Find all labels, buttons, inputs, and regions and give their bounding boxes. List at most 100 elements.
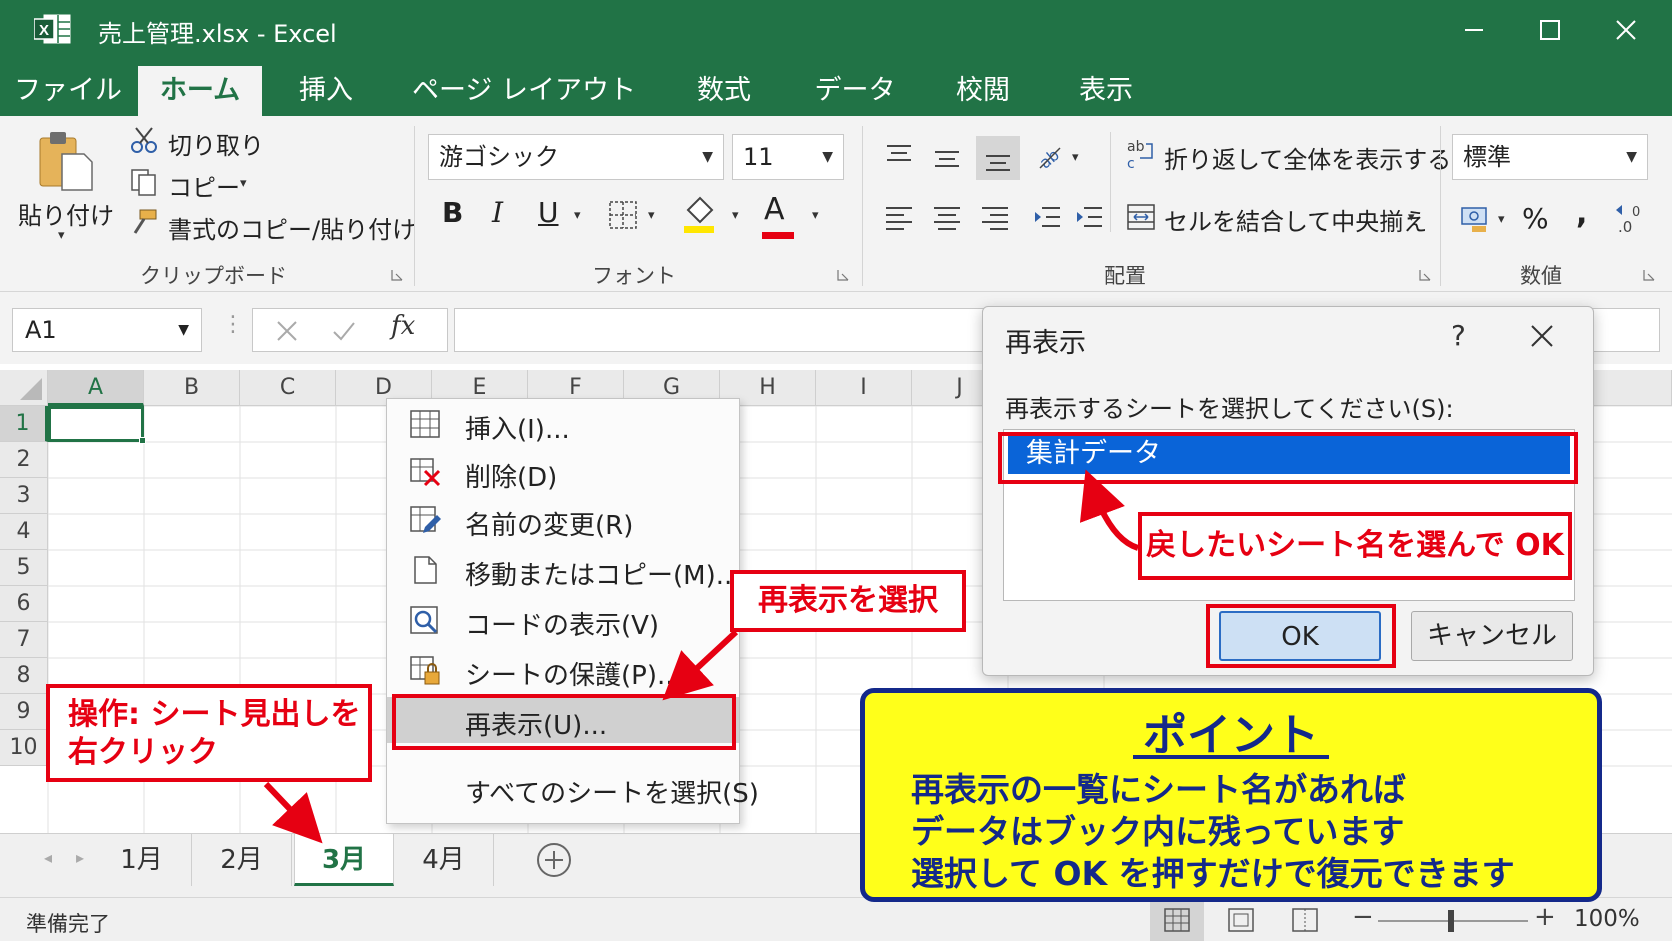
confirm-entry-icon[interactable] <box>331 319 357 343</box>
scroll-right-icon[interactable]: ▸ <box>76 848 84 867</box>
help-button[interactable]: ? <box>1451 319 1466 352</box>
number-launcher-icon[interactable] <box>1642 268 1656 282</box>
insert-function-button[interactable]: fx <box>391 311 415 341</box>
column-header-a[interactable]: A <box>48 370 144 406</box>
tab-home[interactable]: ホーム <box>138 66 262 116</box>
paste-dropdown-icon[interactable]: ▾ <box>58 228 65 243</box>
name-box[interactable]: A1 ▼ <box>12 308 202 352</box>
format-painter-button[interactable]: 書式のコピー/貼り付け <box>168 210 416 245</box>
font-color-button[interactable]: A <box>764 192 785 227</box>
align-bottom-button[interactable] <box>976 136 1020 180</box>
copy-dropdown-icon[interactable]: ▾ <box>240 176 247 191</box>
borders-dropdown-icon[interactable]: ▾ <box>648 208 655 223</box>
row-header-7[interactable]: 7 <box>0 622 48 658</box>
tab-view[interactable]: 表示 <box>1058 66 1154 116</box>
row-header-5[interactable]: 5 <box>0 550 48 586</box>
alignment-launcher-icon[interactable] <box>1418 268 1432 282</box>
menu-item-protect-sheet[interactable]: シートの保護(P)... <box>387 647 739 693</box>
menu-item-insert[interactable]: 挿入(I)... <box>387 401 739 447</box>
new-sheet-plus-icon[interactable] <box>536 842 572 878</box>
merge-center-button[interactable]: セルを結合して中央揃え <box>1164 202 1427 237</box>
percent-style-button[interactable]: % <box>1522 202 1549 235</box>
underline-dropdown-icon[interactable]: ▾ <box>574 208 581 223</box>
row-header-9[interactable]: 9 <box>0 694 48 730</box>
orientation-dropdown-icon[interactable]: ▾ <box>1072 150 1079 165</box>
number-format-select[interactable]: 標準 ▼ <box>1452 134 1648 180</box>
align-middle-icon[interactable] <box>932 146 962 172</box>
close-window-button[interactable] <box>1596 10 1656 50</box>
increase-decimal-icon[interactable]: .00 <box>1614 202 1648 234</box>
fill-color-dropdown-icon[interactable]: ▾ <box>732 208 739 223</box>
font-name-select[interactable]: 游ゴシック ▼ <box>428 134 724 180</box>
bold-button[interactable]: B <box>442 196 463 229</box>
zoom-level[interactable]: 100% <box>1574 906 1640 932</box>
align-top-icon[interactable] <box>884 142 914 168</box>
font-size-select[interactable]: 11 ▼ <box>732 134 844 180</box>
active-cell-a1[interactable] <box>48 406 144 442</box>
menu-item-select-all-sheets[interactable]: すべてのシートを選択(S) <box>387 765 759 811</box>
column-header-i[interactable]: I <box>816 370 912 406</box>
column-header-c[interactable]: C <box>240 370 336 406</box>
decrease-indent-icon[interactable] <box>1032 204 1062 230</box>
maximize-icon <box>1540 20 1560 40</box>
accounting-dropdown-icon[interactable]: ▾ <box>1498 212 1505 227</box>
accounting-format-icon[interactable] <box>1460 204 1494 234</box>
zoom-slider-thumb[interactable] <box>1448 910 1454 932</box>
align-left-icon[interactable] <box>884 204 914 230</box>
fill-handle[interactable] <box>139 437 146 444</box>
comma-style-button[interactable]: , <box>1576 196 1587 231</box>
cancel-entry-icon[interactable] <box>275 319 299 343</box>
tab-data[interactable]: データ <box>800 66 910 116</box>
font-size-value: 11 <box>743 143 774 171</box>
column-header-b[interactable]: B <box>144 370 240 406</box>
normal-view-button[interactable] <box>1150 898 1204 941</box>
row-header-2[interactable]: 2 <box>0 442 48 478</box>
sheet-tab-apr[interactable]: 4月 <box>394 834 494 886</box>
italic-button[interactable]: I <box>492 196 503 229</box>
borders-icon[interactable] <box>608 200 638 230</box>
tab-formulas[interactable]: 数式 <box>676 66 772 116</box>
row-header-1[interactable]: 1 <box>0 406 48 442</box>
wrap-text-button[interactable]: 折り返して全体を表示する <box>1164 140 1451 175</box>
font-color-dropdown-icon[interactable]: ▾ <box>812 208 819 223</box>
menu-item-delete[interactable]: 削除(D) <box>387 449 739 495</box>
merge-dropdown-icon[interactable]: ▾ <box>1408 210 1415 225</box>
row-header-4[interactable]: 4 <box>0 514 48 550</box>
more-options-icon[interactable]: ⋮ <box>222 312 244 337</box>
tab-file[interactable]: ファイル <box>8 66 128 116</box>
minimize-button[interactable] <box>1444 10 1504 50</box>
page-break-view-icon[interactable] <box>1292 908 1318 932</box>
zoom-in-button[interactable]: + <box>1534 902 1556 932</box>
orientation-icon[interactable]: ab <box>1034 142 1064 172</box>
align-center-icon[interactable] <box>932 204 962 230</box>
increase-indent-icon[interactable] <box>1074 204 1104 230</box>
chevron-down-icon: ▼ <box>1626 149 1637 165</box>
row-header-10[interactable]: 10 <box>0 730 48 766</box>
copy-button[interactable]: コピー <box>168 168 240 203</box>
clipboard-launcher-icon[interactable] <box>390 268 404 282</box>
cut-button[interactable]: 切り取り <box>168 126 264 161</box>
maximize-button[interactable] <box>1520 10 1580 50</box>
sheet-tab-feb[interactable]: 2月 <box>192 834 292 886</box>
tab-insert[interactable]: 挿入 <box>276 66 376 116</box>
view-code-icon <box>410 606 438 634</box>
menu-item-view-code[interactable]: コードの表示(V) <box>387 597 739 643</box>
font-launcher-icon[interactable] <box>836 268 850 282</box>
row-header-8[interactable]: 8 <box>0 658 48 694</box>
row-header-6[interactable]: 6 <box>0 586 48 622</box>
sheet-tab-jan[interactable]: 1月 <box>92 834 192 886</box>
close-icon[interactable] <box>1529 323 1555 349</box>
fill-color-icon[interactable] <box>682 194 716 234</box>
zoom-out-button[interactable]: − <box>1352 902 1374 932</box>
underline-button[interactable]: U <box>538 196 559 229</box>
tab-page-layout[interactable]: ページ レイアウト <box>410 66 638 116</box>
page-layout-view-icon[interactable] <box>1228 908 1254 932</box>
menu-item-move-copy[interactable]: 移動またはコピー(M)... <box>387 547 741 593</box>
tab-review[interactable]: 校閲 <box>938 66 1028 116</box>
sheet-tab-mar[interactable]: 3月 <box>294 834 394 886</box>
cancel-button[interactable]: キャンセル <box>1411 611 1573 661</box>
menu-item-rename[interactable]: 名前の変更(R) <box>387 497 739 543</box>
row-header-3[interactable]: 3 <box>0 478 48 514</box>
align-right-icon[interactable] <box>980 204 1010 230</box>
scroll-left-icon[interactable]: ◂ <box>44 848 52 867</box>
